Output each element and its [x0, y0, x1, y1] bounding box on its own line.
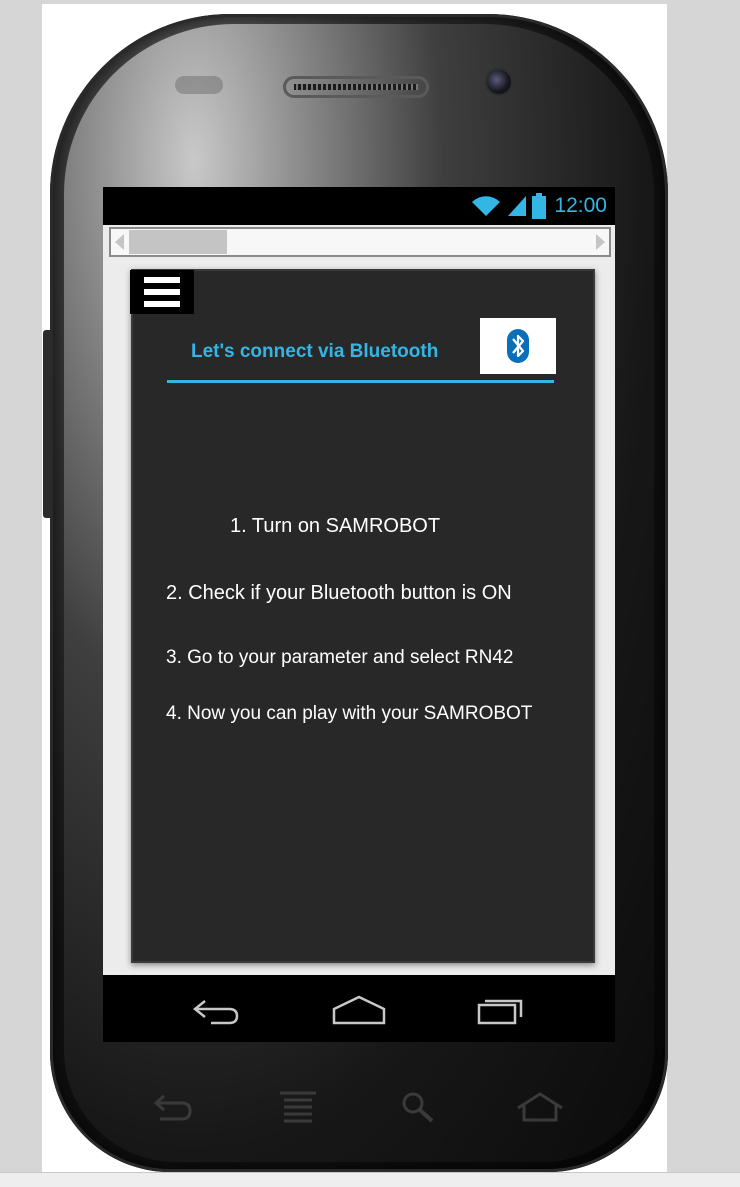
hamburger-menu-icon-bar: [144, 301, 180, 307]
page-title: Let's connect via Bluetooth: [191, 341, 439, 362]
bluetooth-connect-panel: Let's connect via Bluetooth 1. Turn on S…: [130, 269, 595, 963]
hw-menu-icon: [280, 1091, 316, 1123]
hamburger-menu-icon-bar: [144, 289, 180, 295]
instruction-step-2: 2. Check if your Bluetooth button is ON: [166, 582, 512, 604]
hamburger-menu-icon: [144, 277, 180, 283]
recent-apps-icon[interactable]: [475, 989, 525, 1029]
window-bottom-edge: [0, 1172, 740, 1187]
home-icon[interactable]: [331, 989, 387, 1029]
wifi-icon: [472, 196, 501, 216]
navigation-bar: [103, 975, 615, 1042]
hardware-keys: [0, 1090, 740, 1130]
device-screen: 12:00 Let's connect via Bluetooth 1. Tur…: [103, 187, 615, 1042]
status-icons: 12:00: [470, 193, 607, 219]
earpiece-speaker: [283, 76, 429, 98]
bluetooth-button[interactable]: [480, 318, 556, 374]
hw-home-icon: [517, 1092, 563, 1122]
instruction-step-3: 3. Go to your parameter and select RN42: [166, 647, 514, 668]
header-divider: [167, 380, 554, 383]
hw-back-icon: [153, 1094, 192, 1121]
instruction-step-1: 1. Turn on SAMROBOT: [230, 515, 441, 537]
bluetooth-icon: [507, 329, 529, 363]
back-icon[interactable]: [191, 989, 241, 1029]
scroll-left-arrow-icon[interactable]: [115, 234, 124, 250]
horizontal-scrollbar[interactable]: [109, 227, 611, 257]
proximity-sensor: [175, 76, 223, 94]
scroll-right-arrow-icon[interactable]: [596, 234, 605, 250]
hamburger-menu-button[interactable]: [130, 270, 194, 314]
hw-search-icon: [402, 1092, 434, 1123]
battery-icon: [532, 193, 547, 219]
front-camera-icon: [485, 68, 513, 96]
signal-icon: [508, 196, 527, 216]
status-clock: 12:00: [554, 194, 607, 217]
scroll-thumb[interactable]: [129, 230, 227, 254]
instruction-step-4: 4. Now you can play with your SAMROBOT: [166, 703, 533, 724]
status-bar: 12:00: [103, 187, 615, 225]
